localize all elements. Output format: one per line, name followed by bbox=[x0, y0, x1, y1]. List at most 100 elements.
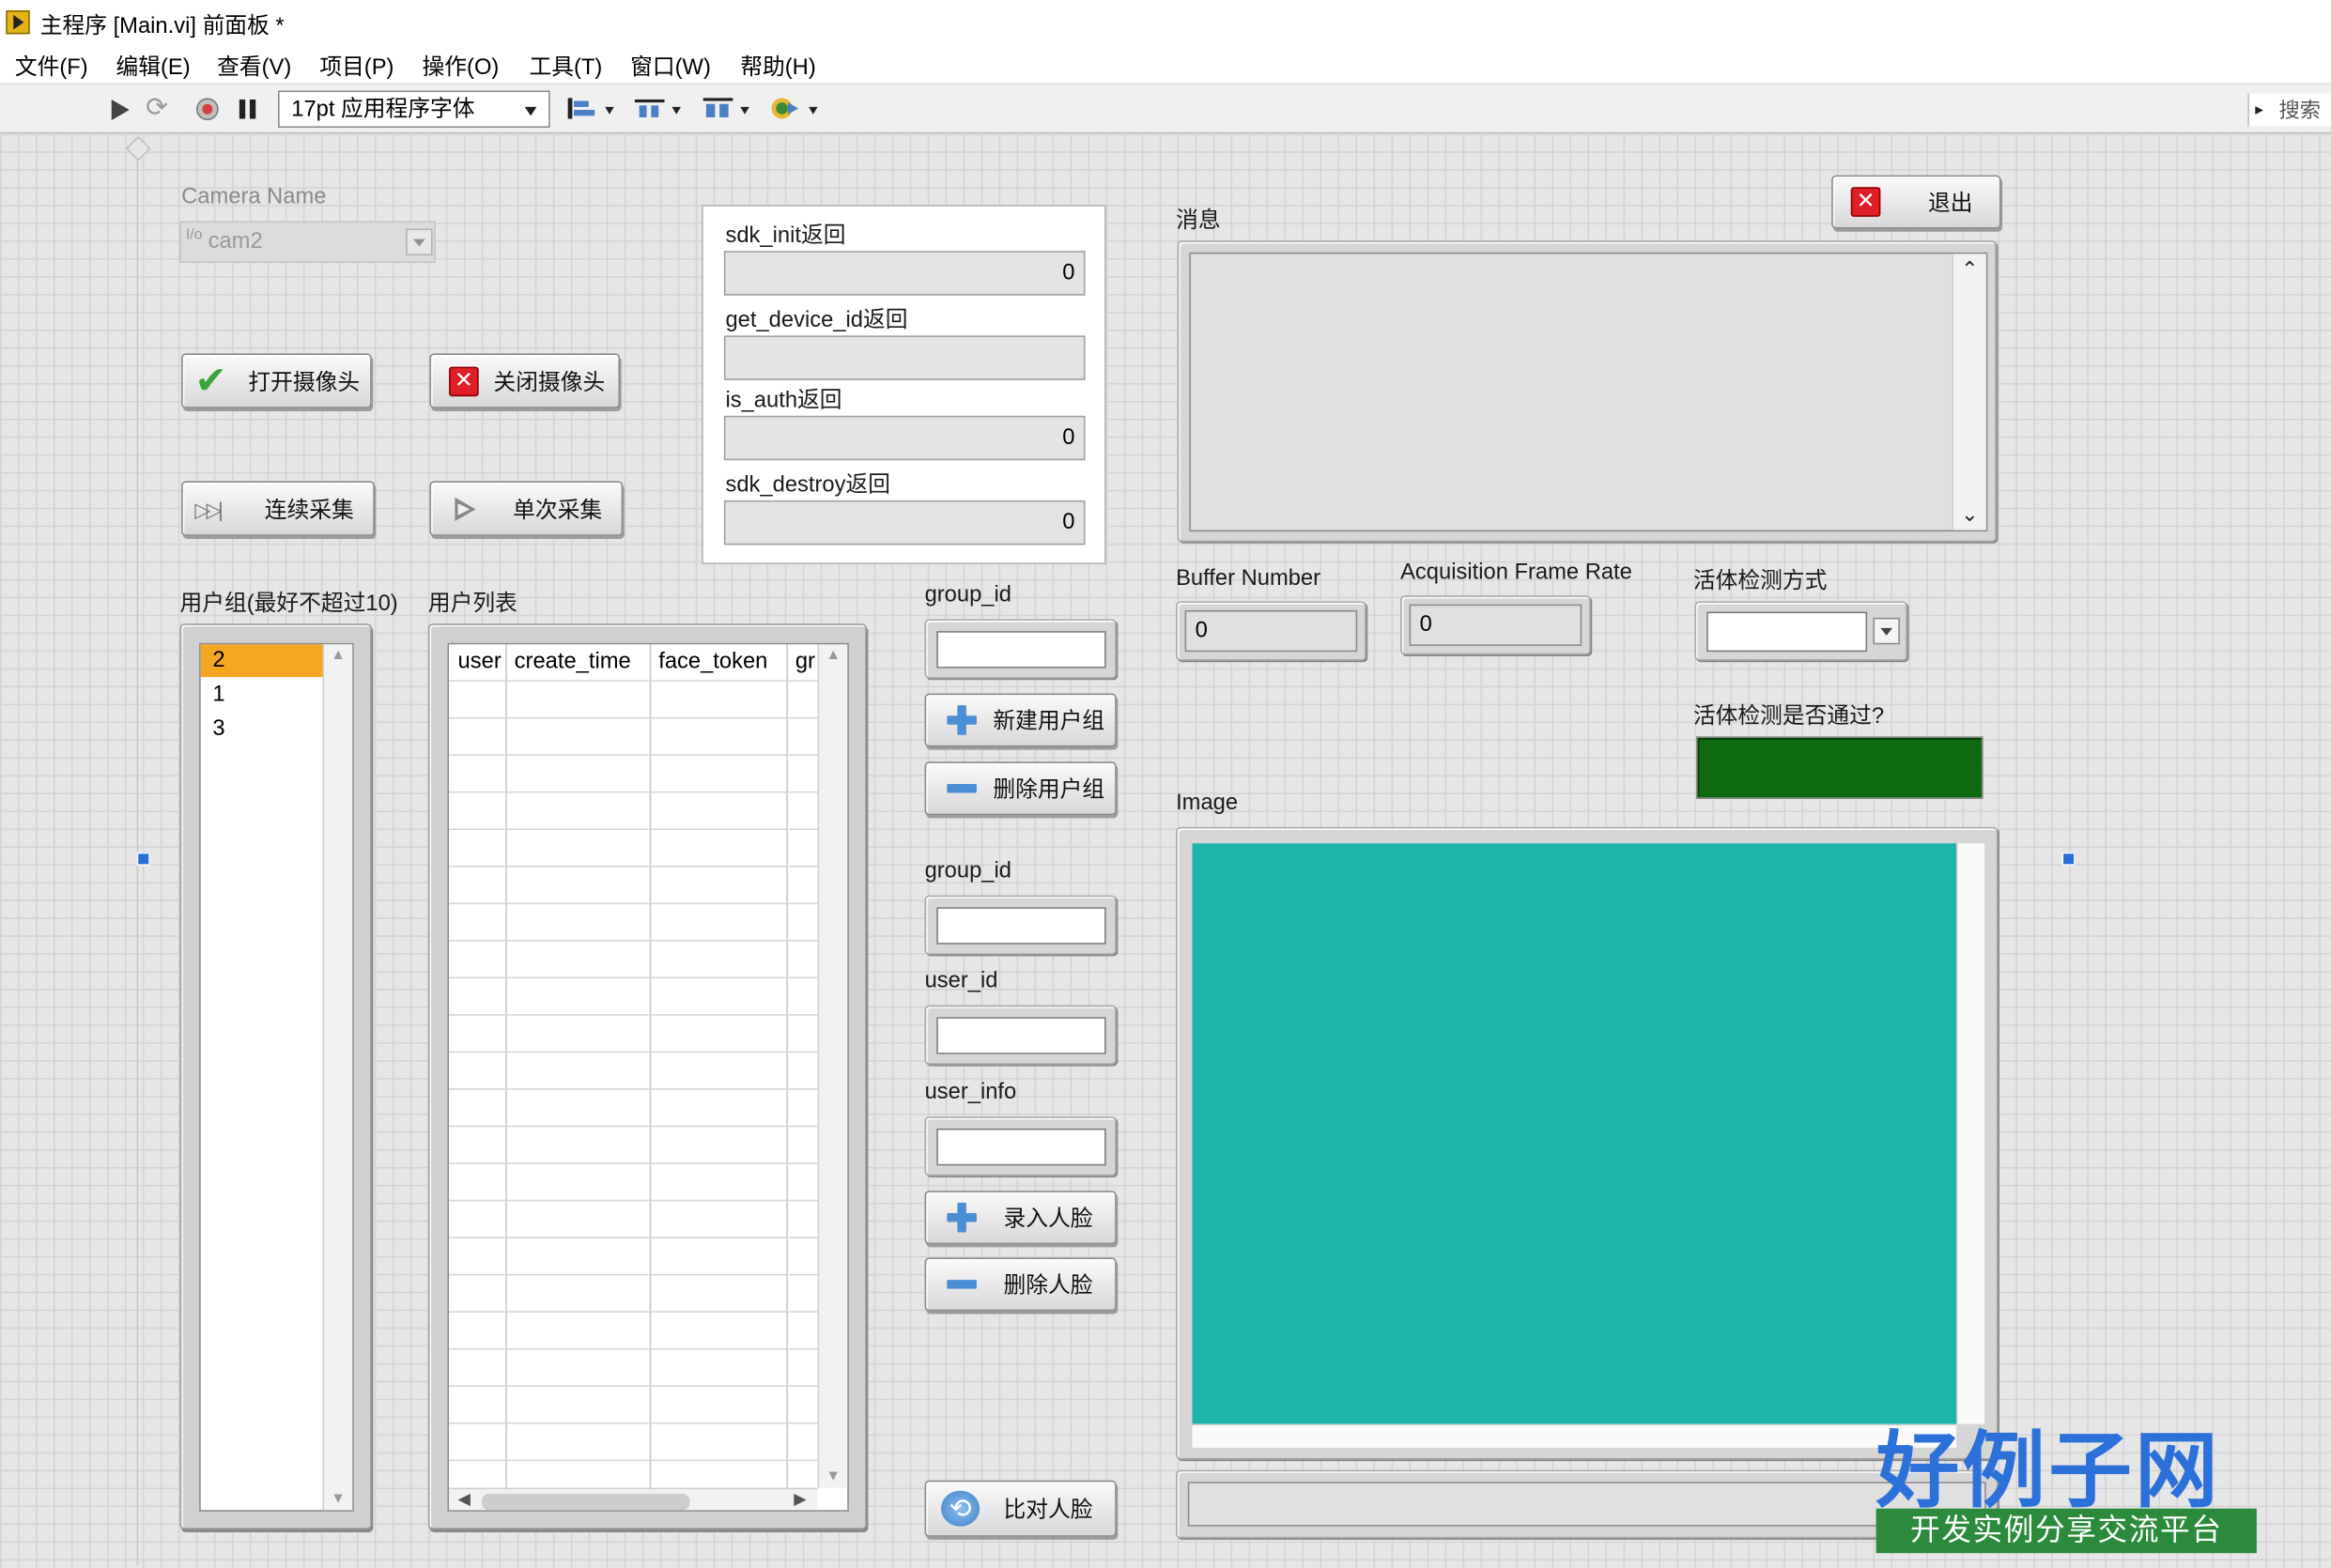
row-divider bbox=[449, 940, 818, 942]
list-item[interactable]: 1 bbox=[201, 679, 323, 712]
font-select-value: 17pt 应用程序字体 bbox=[291, 96, 475, 122]
font-select[interactable]: 17pt 应用程序字体 bbox=[278, 90, 550, 129]
row-divider bbox=[449, 976, 818, 979]
acq-frame-rate-indicator: 0 bbox=[1400, 595, 1591, 655]
chevron-down-icon bbox=[809, 106, 818, 115]
chevron-down-icon bbox=[524, 106, 537, 116]
user-list-hscrollbar[interactable]: ◀ ▶ bbox=[449, 1487, 818, 1511]
new-group-button[interactable]: 新建用户组 bbox=[924, 693, 1117, 747]
user-list-header: user create_time face_token gr bbox=[449, 644, 818, 681]
resize-handle-left[interactable] bbox=[136, 852, 150, 866]
group-id-field[interactable] bbox=[936, 907, 1106, 945]
menu-window[interactable]: 窗口(W) bbox=[630, 51, 711, 82]
user-info-field[interactable] bbox=[936, 1128, 1106, 1166]
exit-label: 退出 bbox=[1928, 191, 1973, 217]
hscroll-thumb[interactable] bbox=[481, 1493, 690, 1511]
menu-project[interactable]: 项目(P) bbox=[319, 51, 394, 82]
compare-face-button[interactable]: 比对人脸 bbox=[924, 1480, 1117, 1537]
pause-icon[interactable] bbox=[235, 97, 261, 123]
close-icon bbox=[1850, 187, 1881, 217]
image-display-frame bbox=[1176, 826, 1999, 1460]
menu-edit[interactable]: 编辑(E) bbox=[116, 51, 190, 82]
column-header[interactable]: gr bbox=[786, 644, 816, 680]
user-id-control[interactable] bbox=[924, 1005, 1117, 1065]
image-vscrollbar[interactable] bbox=[1956, 843, 1985, 1424]
reorder-button[interactable] bbox=[770, 97, 818, 123]
enroll-face-label: 录入人脸 bbox=[1003, 1206, 1093, 1232]
align-objects-button[interactable] bbox=[566, 97, 614, 123]
group-id-control[interactable] bbox=[924, 619, 1117, 679]
chevron-down-icon[interactable] bbox=[1873, 617, 1900, 645]
row-divider bbox=[449, 1125, 818, 1128]
scroll-down-arrow-icon[interactable]: ▼ bbox=[826, 1468, 841, 1484]
column-header[interactable]: face_token bbox=[650, 644, 787, 680]
list-item[interactable]: 2 bbox=[200, 644, 323, 678]
row-divider bbox=[449, 1237, 818, 1238]
menu-bar: 文件(F) 编辑(E) 查看(V) 项目(P) 操作(O) 工具(T) 窗口(W… bbox=[0, 44, 2331, 84]
resize-handle-right[interactable] bbox=[2061, 852, 2076, 866]
buffer-number-label: Buffer Number bbox=[1176, 565, 1321, 592]
scroll-right-arrow-icon[interactable]: ▶ bbox=[794, 1489, 806, 1509]
continuous-capture-button[interactable]: ▷▷| 连续采集 bbox=[181, 481, 375, 536]
camera-name-value: cam2 bbox=[208, 228, 263, 254]
menu-help[interactable]: 帮助(H) bbox=[740, 51, 815, 82]
row-divider bbox=[449, 902, 818, 905]
camera-name-control[interactable]: I/o cam2 bbox=[179, 221, 436, 263]
exit-button[interactable]: 退出 bbox=[1831, 175, 2001, 229]
user-list-vscrollbar[interactable]: ▲ ▼ bbox=[817, 644, 848, 1488]
reorder-icon bbox=[771, 98, 799, 119]
group-id-control[interactable] bbox=[924, 895, 1117, 955]
group-list-scrollbar[interactable]: ▲ ▼ bbox=[322, 644, 353, 1511]
compare-face-label: 比对人脸 bbox=[1003, 1497, 1093, 1523]
open-camera-button[interactable]: 打开摄像头 bbox=[181, 353, 372, 408]
chevron-down-icon bbox=[605, 106, 614, 115]
scroll-down-arrow-icon[interactable]: ▼ bbox=[331, 1491, 346, 1507]
user-id-field[interactable] bbox=[936, 1017, 1106, 1054]
liveness-mode-value[interactable] bbox=[1706, 611, 1868, 653]
chevron-down-icon[interactable]: ⌄ bbox=[1961, 502, 1979, 528]
image-display[interactable] bbox=[1192, 843, 1957, 1424]
close-camera-button[interactable]: 关闭摄像头 bbox=[429, 353, 621, 408]
list-item[interactable]: 3 bbox=[201, 713, 323, 746]
chevron-up-icon[interactable]: ⌃ bbox=[1961, 257, 1979, 283]
align-icon bbox=[567, 98, 595, 119]
search-input[interactable]: 搜索 bbox=[2247, 93, 2331, 127]
message-scrollbar[interactable]: ⌃ ⌄ bbox=[1952, 254, 1986, 530]
panel-origin-marker bbox=[125, 135, 151, 161]
column-header[interactable]: create_time bbox=[505, 644, 650, 680]
row-divider bbox=[449, 865, 818, 868]
watermark-subtitle: 开发实例分享交流平台 bbox=[1876, 1508, 2257, 1554]
run-arrow-icon[interactable] bbox=[109, 97, 135, 123]
enroll-face-button[interactable]: 录入人脸 bbox=[924, 1191, 1117, 1245]
is-auth-label: is_auth返回 bbox=[725, 387, 842, 413]
chevron-down-icon[interactable] bbox=[406, 228, 433, 256]
group-list-label: 用户组(最好不超过10) bbox=[179, 591, 398, 617]
delete-face-button[interactable]: 删除人脸 bbox=[924, 1257, 1117, 1312]
single-capture-button[interactable]: 单次采集 bbox=[429, 481, 624, 536]
liveness-mode-control[interactable] bbox=[1694, 601, 1907, 661]
image-label: Image bbox=[1176, 790, 1239, 816]
image-hscrollbar[interactable] bbox=[1192, 1423, 1957, 1448]
close-camera-label: 关闭摄像头 bbox=[493, 369, 606, 395]
group-listbox[interactable]: 2 1 3 ▲ ▼ bbox=[179, 623, 372, 1530]
message-indicator: ⌃ ⌄ bbox=[1177, 240, 1997, 543]
delete-group-button[interactable]: 删除用户组 bbox=[924, 761, 1117, 816]
menu-file[interactable]: 文件(F) bbox=[15, 51, 88, 82]
abort-icon[interactable] bbox=[194, 97, 221, 123]
front-panel: Camera Name I/o cam2 打开摄像头 关闭摄像头 ▷▷| 连续采… bbox=[0, 133, 2331, 1568]
open-camera-label: 打开摄像头 bbox=[248, 369, 361, 395]
menu-tools[interactable]: 工具(T) bbox=[530, 51, 603, 82]
scroll-up-arrow-icon[interactable]: ▲ bbox=[331, 647, 346, 663]
user-multicolumn-listbox[interactable]: user create_time face_token gr ▲ ▼ ◀ ▶ bbox=[427, 623, 867, 1530]
scroll-up-arrow-icon[interactable]: ▲ bbox=[826, 647, 841, 663]
distribute-objects-button[interactable] bbox=[633, 97, 681, 123]
group-id-field[interactable] bbox=[936, 631, 1106, 669]
scroll-left-arrow-icon[interactable]: ◀ bbox=[458, 1489, 471, 1509]
menu-view[interactable]: 查看(V) bbox=[217, 51, 291, 82]
window-title: 主程序 [Main.vi] 前面板 * bbox=[39, 13, 285, 39]
run-continuously-icon[interactable] bbox=[146, 92, 172, 123]
column-header[interactable]: user bbox=[449, 644, 505, 680]
menu-operate[interactable]: 操作(O) bbox=[423, 51, 500, 82]
user-info-control[interactable] bbox=[924, 1116, 1117, 1176]
resize-objects-button[interactable] bbox=[702, 97, 749, 123]
